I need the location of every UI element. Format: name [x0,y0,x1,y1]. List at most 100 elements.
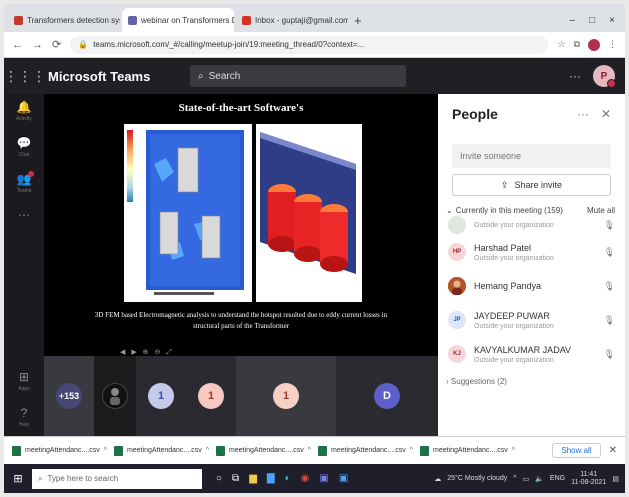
cortana-icon[interactable]: ○ [216,473,222,484]
rail-item-chat[interactable]: 💬 Chat [17,136,32,158]
rail-item-activity[interactable]: 🔔 Activity [16,100,32,122]
fem-simulation-image [124,124,252,302]
search-input[interactable]: ⌕ Search [190,65,406,87]
participant-row[interactable]: Outside your organization 🎙 [448,215,615,235]
chevron-up-icon[interactable]: ^ [410,447,413,454]
show-all-button[interactable]: Show all [552,443,601,458]
rail-item-more[interactable]: ⋯ [18,208,30,222]
pinned-apps: ○ ⧉ ▆ ▇ ◐ ◉ ▣ ▣ [216,473,348,484]
chevron-up-icon[interactable]: ^ [206,447,209,454]
extensions-icon[interactable]: ⧉ [574,39,580,51]
download-item[interactable]: meetingAttendanc....csv ^ [12,445,108,456]
app-launcher-icon[interactable]: ⋮⋮⋮ [4,68,46,85]
teams-taskbar-icon[interactable]: ▣ [319,473,328,484]
browser-tab[interactable]: Inbox - guptaji@gmail.com × [236,8,348,32]
teams-header: ⋮⋮⋮ Microsoft Teams ⌕ Search ··· P [4,58,625,94]
apps-icon: ⊞ [18,370,30,384]
new-tab-button[interactable]: + [354,13,362,28]
participant-tile-overflow[interactable]: +153 [44,356,94,436]
windows-start-icon[interactable]: ⊞ [4,472,32,485]
member-info: Hemang Pandya [474,281,541,291]
rail-item-help[interactable]: ? Help [19,406,29,428]
task-view-icon[interactable]: ⧉ [232,473,239,484]
more-options-icon[interactable]: ··· [577,107,589,121]
browser-menu-icon[interactable]: ⋮ [608,39,617,51]
participant-row[interactable]: Hemang Pandya 🎙 [448,269,615,303]
close-panel-icon[interactable]: ✕ [601,107,611,121]
notifications-icon[interactable]: ▤ [612,475,619,483]
in-meeting-section-header[interactable]: ⌄ Currently in this meeting (159) Mute a… [438,196,625,215]
download-item[interactable]: meetingAttendanc....csv ^ [114,445,210,456]
spreadsheet-file-icon [114,445,123,456]
clock-date: 11-08-2021 [571,478,607,486]
participant-tile[interactable]: 1 [236,356,336,436]
minimize-icon[interactable]: – [570,15,576,26]
download-item[interactable]: meetingAttendanc....csv ^ [216,445,312,456]
invite-placeholder: Invite someone [460,151,522,161]
spreadsheet-file-icon [12,445,21,456]
chevron-up-icon[interactable]: ^ [104,447,107,454]
forward-icon[interactable]: → [32,39,43,51]
download-item[interactable]: meetingAttendanc....csv ^ [420,445,516,456]
address-bar: ← → ⟳ 🔒 teams.microsoft.com/_#/calling/m… [4,32,625,58]
file-explorer-icon[interactable]: ▆ [249,473,257,484]
edge-icon[interactable]: ◐ [285,473,291,484]
invite-someone-input[interactable]: Invite someone [452,144,611,168]
app-taskbar-icon[interactable]: ▣ [339,473,348,484]
member-org: Outside your organization [474,221,554,229]
participant-avatar: 1 [198,383,224,409]
suggestions-section[interactable]: › Suggestions (2) [438,371,625,386]
mute-all-button[interactable]: Mute all [587,206,615,215]
maximize-icon[interactable]: □ [589,15,595,26]
clock[interactable]: 11:41 11-08-2021 [571,471,606,487]
participant-tile[interactable]: 1 [136,356,186,436]
back-icon[interactable]: ← [12,39,23,51]
download-item[interactable]: meetingAttendanc....csv ^ [318,445,414,456]
download-filename: meetingAttendanc....csv [127,447,202,454]
rail-item-apps[interactable]: ⊞ Apps [18,370,29,392]
chrome-icon[interactable]: ◉ [301,473,310,484]
participant-row[interactable]: KJ KAVYALKUMAR JADAV Outside your organi… [448,337,615,371]
download-filename: meetingAttendanc....csv [433,447,508,454]
user-avatar[interactable]: P [593,65,616,88]
participant-avatar: 1 [148,383,174,409]
browser-tab[interactable]: Transformers detection system × [8,8,120,32]
mic-muted-icon: 🎙 [603,314,615,325]
url-text: teams.microsoft.com/_#/calling/meetup-jo… [93,40,365,49]
store-icon[interactable]: ▇ [267,473,275,484]
language-indicator[interactable]: ENG [550,475,565,482]
rail-item-teams[interactable]: 👥 Teams [17,171,35,194]
download-filename: meetingAttendanc....csv [229,447,304,454]
chevron-up-icon[interactable]: ^ [308,447,311,454]
member-avatar [448,216,466,234]
teams-favicon-icon [128,15,137,25]
bookmark-star-icon[interactable]: ☆ [557,39,565,51]
url-field[interactable]: 🔒 teams.microsoft.com/_#/calling/meetup-… [70,35,549,54]
chevron-up-icon[interactable]: ^ [512,447,515,454]
weather-icon[interactable]: ☁ [434,475,441,483]
participant-row[interactable]: JP JAYDEEP PUWAR Outside your organizati… [448,303,615,337]
participant-tile[interactable]: 1 [186,356,236,436]
browser-tab-active[interactable]: webinar on Transformers Design × [122,8,234,32]
spreadsheet-file-icon [420,445,429,456]
volume-icon[interactable]: 🔈 [535,475,544,483]
close-downloads-icon[interactable]: ✕ [609,445,617,456]
close-window-icon[interactable]: × [609,15,615,26]
more-options-icon[interactable]: ··· [569,69,581,83]
participant-tile[interactable]: D [336,356,438,436]
member-photo-avatar [448,277,466,295]
spreadsheet-file-icon [318,445,327,456]
window-controls: – □ × [570,15,625,32]
profile-icon[interactable] [588,38,600,51]
network-icon[interactable]: ▭ [523,475,530,483]
overflow-count-badge: +153 [56,383,82,409]
participant-strip: +153 1 1 1 D [44,356,438,436]
reload-icon[interactable]: ⟳ [52,38,61,51]
member-name: Harshad Patel [474,242,532,253]
participant-row[interactable]: HP Harshad Patel Outside your organizati… [448,235,615,269]
tray-chevron-icon[interactable]: ^ [513,475,516,482]
taskbar-search-input[interactable]: ⌕ Type here to search [32,468,202,489]
downloads-bar: meetingAttendanc....csv ^ meetingAttenda… [4,436,625,464]
participant-tile-video[interactable] [94,356,136,436]
share-invite-button[interactable]: ⇪ Share invite [452,174,611,196]
